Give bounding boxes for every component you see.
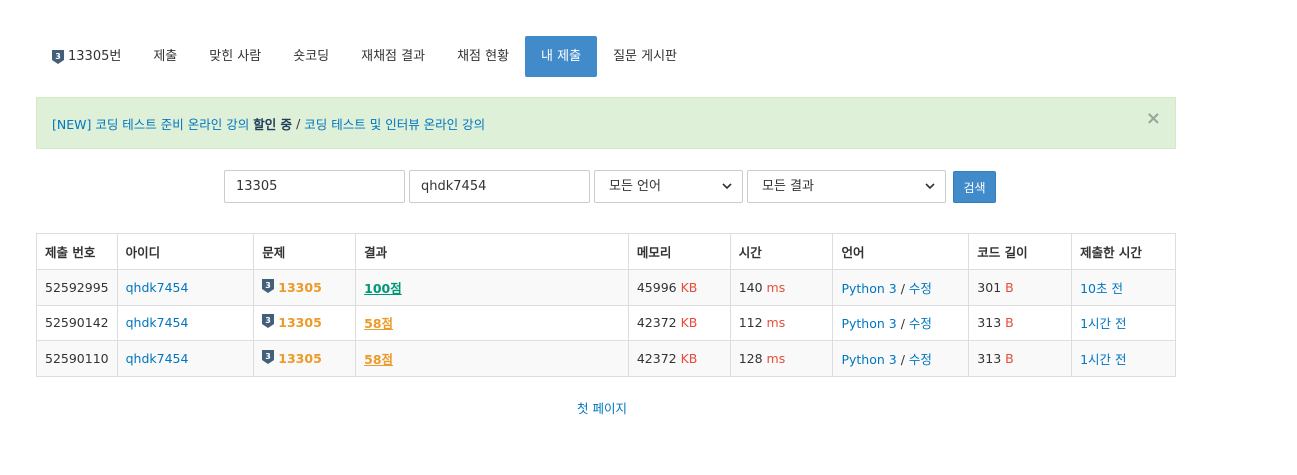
user-id-input[interactable]: qhdk7454 [409, 170, 590, 203]
tab-problem[interactable]: 3 13305번 [36, 36, 137, 77]
result-link[interactable]: 58점 [364, 352, 393, 367]
table-row: 52592995 qhdk7454 3 13305 100점 45996 KB 1… [36, 269, 1176, 306]
svg-text:3: 3 [55, 52, 61, 61]
svg-text:3: 3 [265, 352, 271, 361]
search-form: 13305 qhdk7454 모든 언어 모든 결과 검색 [224, 170, 996, 203]
tab-question-board[interactable]: 질문 게시판 [597, 36, 693, 77]
search-button[interactable]: 검색 [953, 171, 996, 203]
submitted-time-link[interactable]: 1시간 전 [1080, 352, 1126, 367]
tab-judge-status[interactable]: 채점 현황 [441, 36, 525, 77]
submission-id: 52590142 [36, 304, 118, 341]
promo-separator: / [296, 115, 301, 131]
language-link[interactable]: Python 3 [841, 316, 896, 331]
result-select-value: 모든 결과 [762, 179, 814, 194]
problem-link[interactable]: 3 13305 [262, 349, 322, 367]
col-header-time: 시간 [729, 233, 834, 270]
tier-badge-icon: 3 [52, 49, 64, 64]
promo-link-discount[interactable]: [NEW] 코딩 테스트 준비 온라인 강의 할인 중 [52, 114, 292, 133]
tier-badge-icon: 3 [262, 314, 275, 331]
table-header-row: 제출 번호 아이디 문제 결과 메모리 시간 언어 코드 길이 제출한 시간 [36, 233, 1176, 270]
problem-link[interactable]: 3 13305 [262, 314, 322, 331]
chevron-down-icon [722, 171, 732, 202]
result-link[interactable]: 100점 [364, 281, 402, 296]
language-cell: Python 3 / 수정 [832, 304, 970, 341]
user-link[interactable]: qhdk7454 [126, 280, 189, 295]
code-length-cell: 313 B [968, 304, 1073, 341]
col-header-result: 결과 [355, 233, 629, 270]
chevron-down-icon [925, 171, 935, 202]
language-select[interactable]: 모든 언어 [594, 170, 743, 203]
svg-text:3: 3 [265, 281, 271, 290]
edit-link[interactable]: 수정 [909, 281, 932, 296]
edit-link[interactable]: 수정 [909, 352, 932, 367]
tab-my-submissions[interactable]: 내 제출 [525, 36, 598, 77]
submission-id: 52590110 [36, 340, 118, 377]
col-header-memory: 메모리 [627, 233, 731, 270]
tier-badge-icon: 3 [262, 349, 275, 367]
promo-strong-text: 할인 중 [253, 116, 293, 132]
promo-alert: [NEW] 코딩 테스트 준비 온라인 강의 할인 중 / 코딩 테스트 및 인… [36, 97, 1176, 149]
problem-menu-tabs: 3 13305번 제출 맞힌 사람 숏코딩 재채점 결과 채점 현황 내 제출 … [36, 36, 693, 77]
svg-text:3: 3 [265, 316, 271, 325]
language-cell: Python 3 / 수정 [832, 269, 970, 306]
result-select[interactable]: 모든 결과 [747, 170, 946, 203]
result-link[interactable]: 58점 [364, 316, 393, 331]
submission-status-table: 제출 번호 아이디 문제 결과 메모리 시간 언어 코드 길이 제출한 시간 5… [36, 233, 1176, 377]
submitted-time-link[interactable]: 10초 전 [1080, 281, 1123, 296]
tab-solved-users[interactable]: 맞힌 사람 [193, 36, 277, 77]
tab-short-coding[interactable]: 숏코딩 [277, 36, 345, 77]
submission-id: 52592995 [36, 269, 118, 306]
col-header-user: 아이디 [116, 233, 255, 270]
close-icon[interactable]: × [1146, 110, 1161, 128]
time-cell: 140 ms [729, 269, 834, 306]
col-header-submission-id: 제출 번호 [36, 233, 118, 270]
memory-cell: 45996 KB [627, 269, 731, 306]
tab-submit[interactable]: 제출 [137, 36, 193, 77]
col-header-problem: 문제 [253, 233, 357, 270]
pagination: 첫 페이지 [0, 398, 1204, 417]
col-header-submitted-time: 제출한 시간 [1071, 233, 1176, 270]
table-row: 52590142 qhdk7454 3 13305 58점 42372 KB 11… [36, 304, 1176, 341]
language-select-value: 모든 언어 [609, 179, 661, 194]
time-cell: 112 ms [729, 304, 834, 341]
code-length-cell: 301 B [968, 269, 1073, 306]
language-cell: Python 3 / 수정 [832, 340, 970, 377]
user-link[interactable]: qhdk7454 [126, 351, 189, 366]
language-link[interactable]: Python 3 [841, 352, 896, 367]
table-row: 52590110 qhdk7454 3 13305 58점 42372 KB 12… [36, 340, 1176, 377]
problem-id-input[interactable]: 13305 [224, 170, 405, 203]
problem-link[interactable]: 3 13305 [262, 278, 322, 296]
memory-cell: 42372 KB [627, 340, 731, 377]
tab-problem-label: 13305번 [68, 49, 122, 64]
submitted-time-link[interactable]: 1시간 전 [1080, 316, 1126, 331]
language-link[interactable]: Python 3 [841, 281, 896, 296]
tier-badge-icon: 3 [262, 278, 275, 296]
memory-cell: 42372 KB [627, 304, 731, 341]
time-cell: 128 ms [729, 340, 834, 377]
col-header-code-length: 코드 길이 [968, 233, 1073, 270]
edit-link[interactable]: 수정 [909, 316, 932, 331]
first-page-link[interactable]: 첫 페이지 [577, 401, 627, 416]
promo-link-course[interactable]: 코딩 테스트 및 인터뷰 온라인 강의 [304, 114, 485, 133]
tab-rejudge-results[interactable]: 재채점 결과 [345, 36, 441, 77]
col-header-language: 언어 [832, 233, 970, 270]
user-link[interactable]: qhdk7454 [126, 315, 189, 330]
code-length-cell: 313 B [968, 340, 1073, 377]
